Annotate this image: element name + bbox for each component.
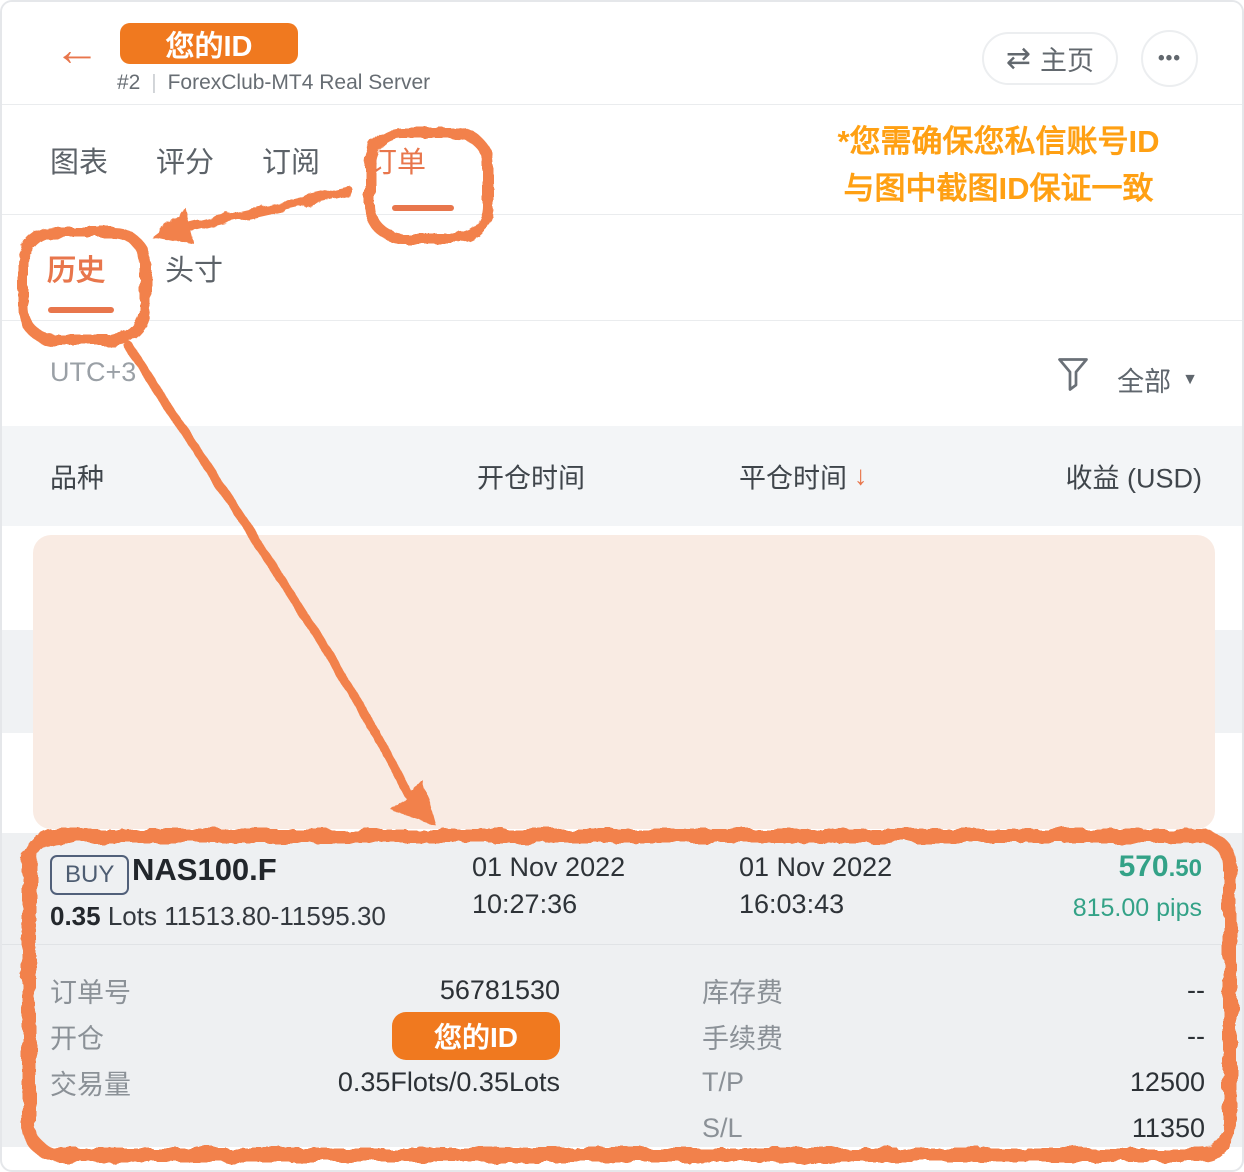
account-id-badge: 您的ID [120, 23, 298, 64]
open-clock: 10:27:36 [472, 886, 625, 923]
detail-row-open-by: 开仓 您的ID [50, 1013, 560, 1059]
header: ← 您的ID #2 | ForexClub-MT4 Real Server ⇄ … [2, 2, 1242, 105]
detail-value: -- [1187, 975, 1205, 1006]
column-profit: 收益 (USD) [1066, 457, 1203, 496]
detail-label: 交易量 [50, 1063, 131, 1102]
column-symbol: 品种 [50, 457, 104, 496]
timezone-label: UTC+3 [50, 357, 136, 388]
home-button-label: 主页 [1040, 39, 1094, 78]
account-number: #2 [117, 71, 140, 95]
detail-row-stoploss: S/L 11350 [702, 1105, 1205, 1151]
order-list [2, 526, 1242, 833]
detail-row-commission: 手续费 -- [702, 1013, 1205, 1059]
order-volume-detail: Lots 11513.80-11595.30 [101, 901, 386, 931]
swap-arrows-icon: ⇄ [1006, 44, 1031, 74]
order-volume: 0.35 [50, 901, 101, 931]
column-open-time: 开仓时间 [477, 457, 585, 496]
order-summary: BUY NAS100.F 0.35 Lots 11513.80-11595.30… [2, 833, 1242, 945]
detail-value: 11350 [1132, 1113, 1205, 1144]
profit-decimals: .50 [1169, 855, 1202, 882]
detail-label: T/P [702, 1067, 744, 1098]
redacted-area [33, 535, 1215, 829]
detail-label: 开仓 [50, 1017, 104, 1056]
subtab-positions[interactable]: 头寸 [165, 247, 223, 289]
order-card[interactable]: BUY NAS100.F 0.35 Lots 11513.80-11595.30… [2, 833, 1242, 1147]
more-options-button[interactable]: ••• [1141, 30, 1198, 87]
filter-dropdown[interactable]: 全部 ▼ [1117, 360, 1198, 399]
sort-desc-icon: ↓ [854, 461, 868, 492]
annotation-note: *您需确保您私信账号ID 与图中截图ID保证一致 [811, 118, 1186, 212]
detail-value: 12500 [1130, 1067, 1205, 1098]
order-open-time: 01 Nov 2022 10:27:36 [472, 849, 625, 923]
home-button[interactable]: ⇄ 主页 [982, 32, 1118, 85]
annotation-line2: 与图中截图ID保证一致 [811, 165, 1186, 212]
ellipsis-icon: ••• [1158, 48, 1181, 70]
order-profit: 570.50 815.00 pips [1073, 849, 1202, 926]
detail-label: 订单号 [50, 971, 131, 1010]
sub-tab-bar: 历史 头寸 [2, 215, 1242, 321]
chevron-down-icon: ▼ [1182, 371, 1198, 389]
column-close-time[interactable]: 平仓时间 ↓ [739, 457, 868, 496]
detail-row-ticket: 订单号 56781530 [50, 967, 560, 1013]
server-name: ForexClub-MT4 Real Server [168, 71, 431, 95]
detail-label: 手续费 [702, 1017, 783, 1056]
detail-row-takeprofit: T/P 12500 [702, 1059, 1205, 1105]
detail-row-swap: 库存费 -- [702, 967, 1205, 1013]
close-clock: 16:03:43 [739, 886, 892, 923]
account-subtitle: #2 | ForexClub-MT4 Real Server [117, 71, 430, 95]
tab-rating[interactable]: 评分 [156, 139, 214, 181]
tab-chart[interactable]: 图表 [50, 139, 108, 181]
detail-value: 0.35Flots/0.35Lots [338, 1067, 560, 1098]
table-header: 品种 开仓时间 平仓时间 ↓ 收益 (USD) [2, 426, 1242, 526]
order-symbol: NAS100.F [132, 852, 277, 888]
profit-pips: 815.00 pips [1073, 890, 1202, 926]
annotation-line1: *您需确保您私信账号ID [811, 118, 1186, 165]
back-icon[interactable]: ← [54, 26, 100, 72]
profit-value: 570 [1119, 850, 1169, 883]
detail-value: 56781530 [440, 975, 560, 1006]
account-id-badge-small: 您的ID [392, 1012, 560, 1060]
order-side-badge: BUY [50, 855, 129, 895]
detail-label: 库存费 [702, 971, 783, 1010]
open-date: 01 Nov 2022 [472, 849, 625, 886]
order-details-left: 订单号 56781530 开仓 您的ID 交易量 0.35Flots/0.35L… [50, 967, 560, 1105]
order-volume-line: 0.35 Lots 11513.80-11595.30 [50, 901, 386, 932]
filter-funnel-icon[interactable] [1056, 356, 1090, 392]
filter-dropdown-label: 全部 [1117, 360, 1171, 399]
subtab-history[interactable]: 历史 [47, 247, 105, 289]
trading-app-window: ← 您的ID #2 | ForexClub-MT4 Real Server ⇄ … [0, 0, 1244, 1172]
detail-value: -- [1187, 1021, 1205, 1052]
tab-subscribe[interactable]: 订阅 [262, 139, 320, 181]
order-close-time: 01 Nov 2022 16:03:43 [739, 849, 892, 923]
column-close-time-label: 平仓时间 [739, 457, 847, 496]
close-date: 01 Nov 2022 [739, 849, 892, 886]
detail-row-volume: 交易量 0.35Flots/0.35Lots [50, 1059, 560, 1105]
detail-label: S/L [702, 1113, 743, 1144]
active-subtab-underline [48, 307, 114, 313]
active-tab-underline [392, 205, 454, 211]
subtitle-separator: | [151, 72, 156, 95]
tab-orders[interactable]: 订单 [368, 139, 426, 181]
order-details-right: 库存费 -- 手续费 -- T/P 12500 S/L 11350 [702, 967, 1205, 1151]
